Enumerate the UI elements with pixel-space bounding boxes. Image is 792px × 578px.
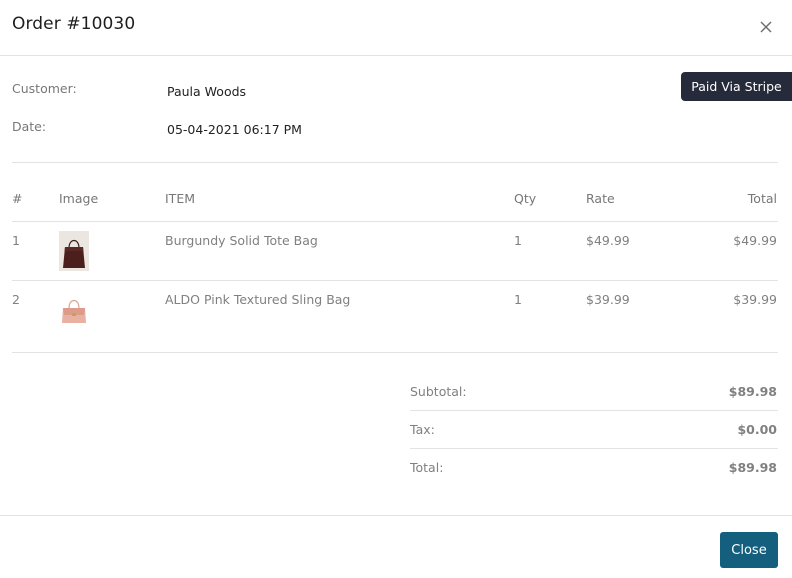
col-header-qty: Qty	[514, 191, 537, 206]
row-number: 2	[12, 292, 20, 307]
payment-status-badge: Paid Via Stripe	[681, 72, 792, 101]
subtotal-value: $89.98	[728, 384, 777, 399]
customer-value: Paula Woods	[167, 84, 247, 99]
item-total: $49.99	[733, 233, 777, 248]
divider	[12, 162, 778, 163]
close-icon[interactable]	[757, 18, 775, 36]
date-value: 05-04-2021 06:17 PM	[167, 122, 302, 137]
product-image-sling-bag	[59, 290, 89, 330]
summary-divider	[410, 410, 778, 411]
order-modal: Order #10030 Paid Via Stripe Customer: P…	[0, 0, 792, 578]
item-name: Burgundy Solid Tote Bag	[165, 233, 318, 248]
col-header-item: ITEM	[165, 191, 196, 206]
item-total: $39.99	[733, 292, 777, 307]
summary-divider	[410, 448, 778, 449]
total-label: Total:	[410, 460, 444, 475]
subtotal-label: Subtotal:	[410, 384, 467, 399]
divider	[12, 280, 778, 281]
modal-title: Order #10030	[12, 14, 136, 34]
modal-header: Order #10030	[0, 0, 792, 56]
footer-divider	[0, 515, 792, 516]
col-header-rate: Rate	[586, 191, 615, 206]
item-rate: $49.99	[586, 233, 630, 248]
item-qty: 1	[514, 233, 522, 248]
divider	[12, 352, 778, 353]
divider	[12, 221, 778, 222]
total-value: $89.98	[728, 460, 777, 475]
tax-value: $0.00	[737, 422, 777, 437]
col-header-total: Total	[747, 191, 777, 206]
col-header-image: Image	[59, 191, 99, 206]
col-header-number: #	[12, 191, 23, 206]
customer-label: Customer:	[12, 81, 77, 96]
item-name: ALDO Pink Textured Sling Bag	[165, 292, 351, 307]
tax-label: Tax:	[410, 422, 435, 437]
item-rate: $39.99	[586, 292, 630, 307]
item-qty: 1	[514, 292, 522, 307]
date-label: Date:	[12, 119, 47, 134]
close-button[interactable]: Close	[720, 532, 778, 568]
row-number: 1	[12, 233, 20, 248]
product-image-tote-bag	[59, 231, 89, 271]
